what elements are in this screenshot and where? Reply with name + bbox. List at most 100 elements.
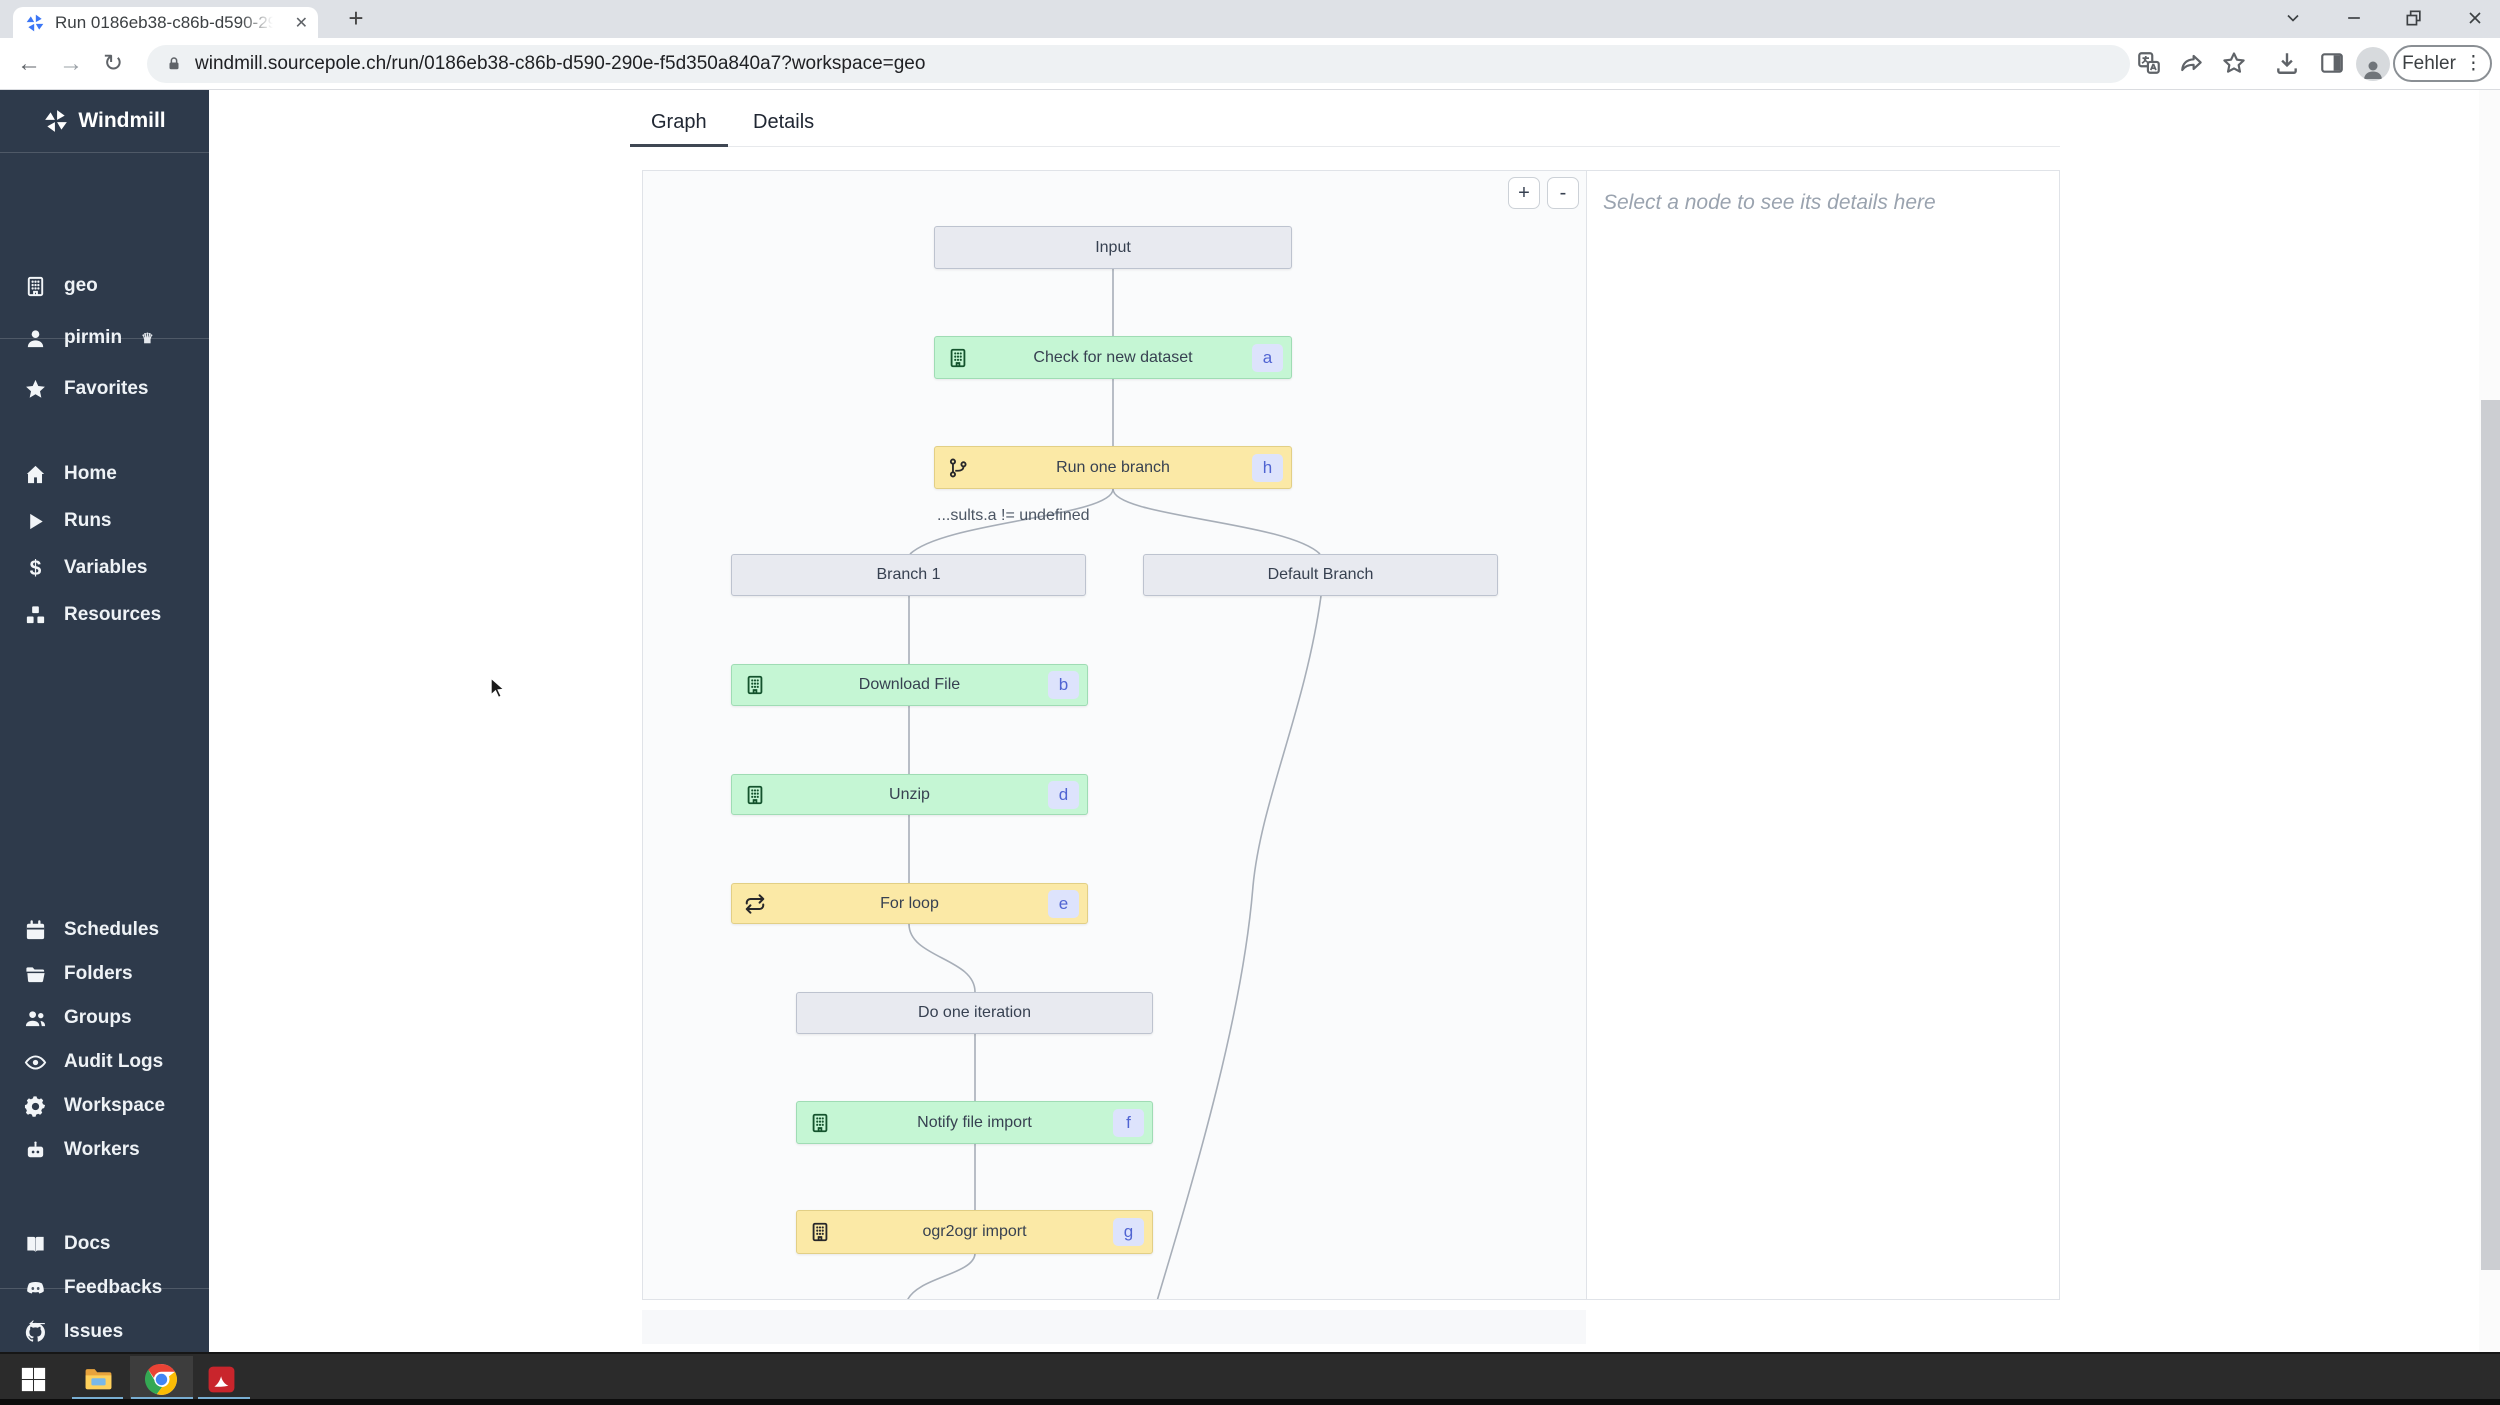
sidebar-item-workspace[interactable]: Workspace [24,1091,165,1121]
calendar-icon [24,919,47,942]
flow-node-check-dataset[interactable]: Check for new dataset a [934,336,1292,379]
tab-graph[interactable]: Graph [630,105,728,147]
flow-node-unzip[interactable]: Unzip d [731,774,1088,815]
browser-error-menu-button[interactable]: Fehler ⋮ [2393,45,2492,82]
kebab-menu-icon: ⋮ [2463,53,2483,74]
sidebar-item-audit-logs[interactable]: Audit Logs [24,1047,163,1077]
node-badge: g [1113,1218,1144,1246]
windmill-brand[interactable]: Windmill [0,90,209,152]
node-label: For loop [880,894,939,912]
error-button-label: Fehler [2402,52,2456,74]
building-step-icon [809,1221,831,1243]
screen: Run 0186eb38-c86b-d590-290e- ✕ + ← → ↻ w… [0,0,2500,1405]
tab-close-icon[interactable]: ✕ [295,13,308,33]
node-label: Default Branch [1267,566,1374,583]
node-badge: h [1252,453,1283,482]
brand-name: Windmill [78,109,166,132]
profile-avatar[interactable] [2356,47,2390,81]
side-panel-icon[interactable] [2319,50,2345,76]
node-badge: f [1113,1108,1144,1137]
flow-node-download-file[interactable]: Download File b [731,664,1088,706]
acrobat-icon[interactable] [201,1359,241,1399]
start-button[interactable] [13,1359,53,1399]
download-icon[interactable] [2274,50,2300,76]
new-tab-button[interactable]: + [340,3,372,35]
sidebar-item-label: Folders [64,963,133,984]
gear-icon [24,1095,47,1118]
windmill-logo-icon [43,108,69,134]
sidebar-item-home[interactable]: Home [24,459,117,489]
folder-icon [24,963,47,986]
sidebar-item-label: geo [64,275,98,296]
sidebar-collapse-button[interactable]: ← [24,1304,50,1335]
node-details-panel: Select a node to see its details here [1587,171,2059,1299]
repeat-icon [744,893,766,915]
url-bar[interactable]: windmill.sourcepole.ch/run/0186eb38-c86b… [147,45,2130,83]
tab-details[interactable]: Details [732,105,835,144]
branch-condition-label: ...sults.a != undefined [937,507,1090,524]
sidebar-item-label: Workers [64,1139,140,1160]
star-icon [24,378,47,401]
reload-button[interactable]: ↻ [98,49,128,79]
flow-node-run-one-branch[interactable]: Run one branch h [934,446,1292,489]
flow-node-default-branch[interactable]: Default Branch [1143,554,1498,596]
sidebar-item-label: Schedules [64,919,160,940]
sidebar-item-favorites[interactable]: Favorites [24,374,148,404]
dollar-icon: $ [29,556,42,580]
sidebar: Windmill geo pirmin ♛ Favorites Home Runs $ Va… [0,90,209,1352]
flow-node-input[interactable]: Input [934,226,1292,269]
sidebar-divider [0,338,209,339]
users-icon [24,1007,47,1030]
share-icon[interactable] [2179,50,2205,76]
zoom-in-button[interactable]: + [1508,177,1540,209]
flow-node-ogr2ogr-import[interactable]: ogr2ogr import g [796,1210,1153,1254]
node-label: Notify file import [917,1113,1032,1131]
boxes-icon [24,604,47,627]
run-workpane: ...sults.a != undefined + - Input Check f… [642,170,2060,1300]
window-menu-chevron-icon[interactable] [2270,4,2316,32]
back-button[interactable]: ← [14,49,44,79]
forward-button[interactable]: → [56,49,86,79]
sidebar-item-label: Variables [64,557,148,578]
details-placeholder: Select a node to see its details here [1603,191,1936,214]
run-view-tabs: Graph Details [630,105,2060,147]
sidebar-item-docs[interactable]: Docs [24,1229,110,1259]
sidebar-item-groups[interactable]: Groups [24,1003,132,1033]
lock-icon [165,55,183,73]
flow-node-do-one-iteration[interactable]: Do one iteration [796,992,1153,1034]
flow-node-for-loop[interactable]: For loop e [731,883,1088,924]
url-text: windmill.sourcepole.ch/run/0186eb38-c86b… [195,53,926,74]
scrollbar-thumb[interactable] [2481,400,2500,1270]
sidebar-item-geo[interactable]: geo [24,271,98,301]
window-minimize-button[interactable] [2331,4,2377,32]
flow-node-notify-file-import[interactable]: Notify file import f [796,1101,1153,1144]
bookmark-star-icon[interactable] [2221,50,2247,76]
sidebar-item-folders[interactable]: Folders [24,959,133,989]
sidebar-item-workers[interactable]: Workers [24,1135,140,1165]
sidebar-item-runs[interactable]: Runs [24,506,112,536]
sidebar-divider [0,1288,209,1289]
file-explorer-icon[interactable] [78,1359,118,1399]
flow-node-branch-1[interactable]: Branch 1 [731,554,1086,596]
sidebar-item-schedules[interactable]: Schedules [24,915,159,945]
sidebar-item-resources[interactable]: Resources [24,600,161,630]
eye-icon [24,1051,47,1074]
running-indicator [198,1397,250,1401]
zoom-out-button[interactable]: - [1547,177,1579,209]
sidebar-item-label: Favorites [64,378,149,399]
node-badge: b [1048,671,1079,699]
book-icon [24,1233,47,1256]
node-badge: e [1048,889,1079,918]
window-close-button[interactable] [2452,4,2498,32]
flow-canvas[interactable]: ...sults.a != undefined + - Input Check f… [643,171,1587,1299]
running-indicator [131,1397,193,1401]
building-icon [24,275,47,298]
browser-tab[interactable]: Run 0186eb38-c86b-d590-290e- ✕ [13,7,318,38]
robot-icon [24,1139,47,1162]
window-restore-button[interactable] [2391,4,2437,32]
translate-icon[interactable] [2136,50,2162,76]
mouse-cursor [490,676,506,699]
building-step-icon [809,1112,831,1134]
sidebar-item-variables[interactable]: $ Variables [24,553,148,583]
chrome-icon[interactable] [141,1359,181,1399]
